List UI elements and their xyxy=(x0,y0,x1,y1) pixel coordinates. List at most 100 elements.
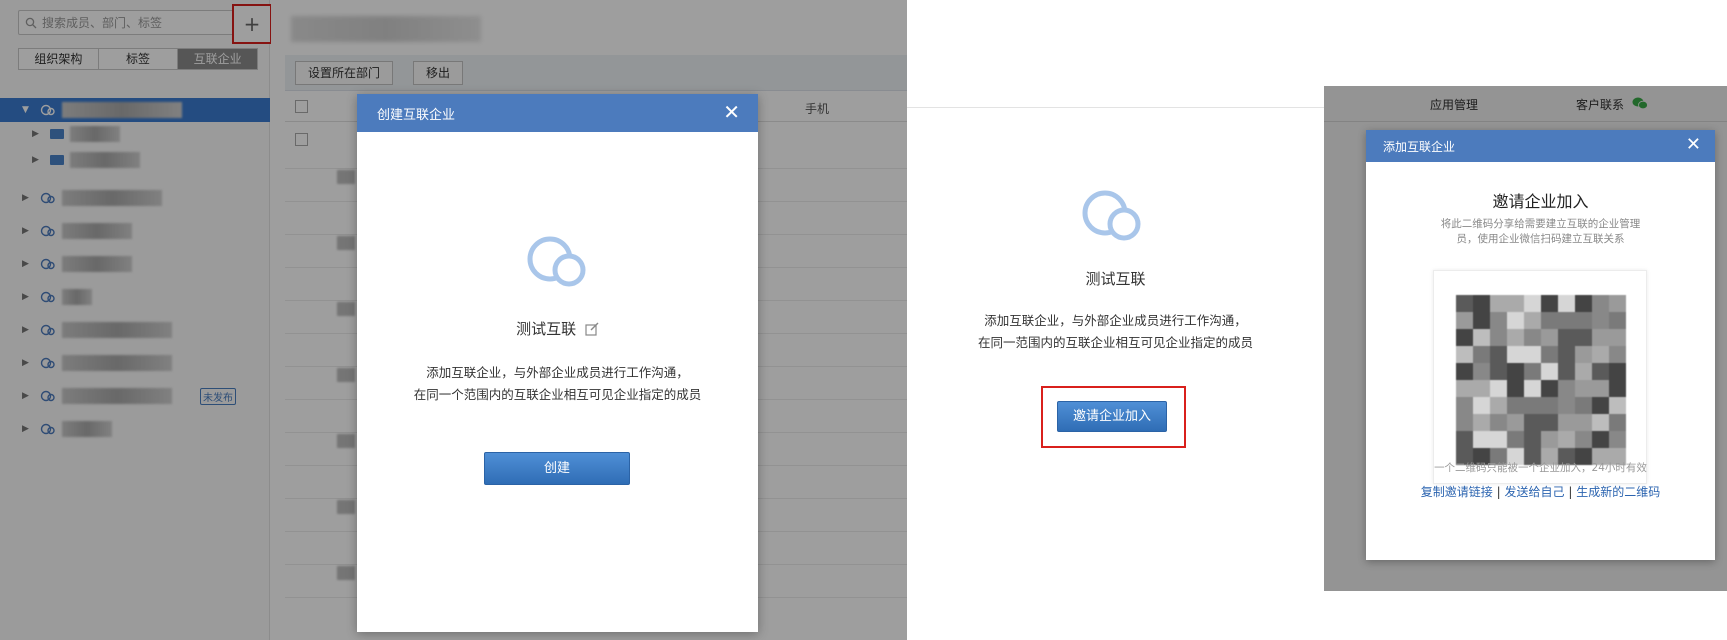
dialog-title: 创建互联企业 xyxy=(377,107,456,123)
qr-cell xyxy=(1575,363,1592,380)
qr-cell xyxy=(1490,295,1507,312)
invite-desc-line2: 员，使用企业微信扫码建立互联关系 xyxy=(1456,233,1625,245)
qr-cell xyxy=(1609,295,1626,312)
qr-cell xyxy=(1524,363,1541,380)
qr-cell xyxy=(1473,363,1490,380)
generate-new-qr-link[interactable]: 生成新的二维码 xyxy=(1576,485,1660,499)
qr-cell xyxy=(1456,397,1473,414)
qr-cell xyxy=(1507,414,1524,431)
qr-cell xyxy=(1473,431,1490,448)
qr-cell xyxy=(1592,295,1609,312)
qr-cell xyxy=(1490,414,1507,431)
qr-cell xyxy=(1507,346,1524,363)
qr-cell xyxy=(1490,380,1507,397)
qr-cell xyxy=(1490,431,1507,448)
qr-cell xyxy=(1558,346,1575,363)
qr-cell xyxy=(1456,431,1473,448)
interconnect-logo-icon xyxy=(527,236,586,287)
qr-cell xyxy=(1609,414,1626,431)
enterprise-name: 测试互联 xyxy=(1085,270,1146,288)
qr-cell xyxy=(1507,431,1524,448)
qr-cell xyxy=(1456,380,1473,397)
dialog-desc-line1: 添加互联企业，与外部企业成员进行工作沟通， xyxy=(426,365,689,380)
close-icon[interactable]: ✕ xyxy=(1686,134,1701,156)
qr-cell xyxy=(1609,329,1626,346)
qr-cell xyxy=(1558,431,1575,448)
qr-cell xyxy=(1558,329,1575,346)
qr-cell xyxy=(1473,312,1490,329)
qr-cell xyxy=(1490,363,1507,380)
qr-code-card xyxy=(1433,270,1647,484)
qr-cell xyxy=(1592,312,1609,329)
qr-cell xyxy=(1456,329,1473,346)
qr-cell xyxy=(1558,397,1575,414)
qr-cell xyxy=(1456,295,1473,312)
qr-cell xyxy=(1592,397,1609,414)
dialog-header: 添加互联企业 ✕ xyxy=(1366,130,1715,162)
qr-cell xyxy=(1507,397,1524,414)
qr-cell xyxy=(1592,414,1609,431)
qr-cell xyxy=(1473,346,1490,363)
qr-cell xyxy=(1575,346,1592,363)
admin-panel-create-interconnect: 搜索成员、部门、标签 + 组织架构 标签 互联企业 ▼ ▶ ▶ ▶ ▶ ▶ ▶ … xyxy=(0,0,907,640)
qr-cell xyxy=(1609,363,1626,380)
qr-cell xyxy=(1490,397,1507,414)
qr-cell xyxy=(1456,363,1473,380)
qr-cell xyxy=(1456,414,1473,431)
qr-cell xyxy=(1507,295,1524,312)
dialog-desc-line2: 在同一个范围内的互联企业相互可见企业指定的成员 xyxy=(413,387,702,402)
invite-desc-line1: 将此二维码分享给需要建立互联的企业管理 xyxy=(1440,218,1641,230)
qr-cell xyxy=(1609,346,1626,363)
qr-cell xyxy=(1592,329,1609,346)
qr-cell xyxy=(1541,312,1558,329)
qr-cell xyxy=(1473,329,1490,346)
qr-cell xyxy=(1541,431,1558,448)
qr-cell xyxy=(1490,329,1507,346)
qr-cell xyxy=(1473,397,1490,414)
qr-cell xyxy=(1609,397,1626,414)
desc-line2: 在同一范围内的互联企业相互可见企业指定的成员 xyxy=(977,335,1253,350)
qr-cell xyxy=(1592,346,1609,363)
edit-icon[interactable] xyxy=(585,322,599,336)
link-separator: | xyxy=(1496,485,1501,499)
qr-cell xyxy=(1609,312,1626,329)
qr-cell xyxy=(1524,295,1541,312)
qr-cell xyxy=(1524,414,1541,431)
qr-cell xyxy=(1524,380,1541,397)
qr-cell xyxy=(1558,295,1575,312)
qr-cell xyxy=(1558,312,1575,329)
qr-cell xyxy=(1541,380,1558,397)
qr-cell xyxy=(1507,380,1524,397)
send-to-self-link[interactable]: 发送给自己 xyxy=(1504,485,1564,499)
qr-cell xyxy=(1524,397,1541,414)
dialog-header: 创建互联企业 ✕ xyxy=(357,94,758,132)
qr-validity-note: 一个二维码只能被一个企业加入，24小时有效 xyxy=(1434,462,1647,474)
copy-invite-link[interactable]: 复制邀请链接 xyxy=(1421,485,1493,499)
qr-cell xyxy=(1524,431,1541,448)
create-interconnect-dialog: 创建互联企业 ✕ 测试互联 添加互联企业，与外部企业成员进行工作沟通， 在同一个… xyxy=(357,94,758,632)
qr-cell xyxy=(1609,380,1626,397)
qr-cell xyxy=(1541,295,1558,312)
qr-cell xyxy=(1575,329,1592,346)
qr-cell xyxy=(1541,329,1558,346)
qr-cell xyxy=(1473,295,1490,312)
close-icon[interactable]: ✕ xyxy=(723,101,740,123)
qr-cell xyxy=(1558,414,1575,431)
qr-cell xyxy=(1575,295,1592,312)
link-separator: | xyxy=(1568,485,1573,499)
create-button[interactable]: 创建 xyxy=(484,452,630,485)
qr-cell xyxy=(1490,312,1507,329)
interconnect-logo-icon xyxy=(1082,190,1141,241)
invite-action-links: 复制邀请链接 | 发送给自己 | 生成新的二维码 xyxy=(1366,483,1715,500)
qr-cell xyxy=(1592,363,1609,380)
qr-cell xyxy=(1541,363,1558,380)
qr-cell xyxy=(1524,312,1541,329)
qr-cell xyxy=(1575,397,1592,414)
qr-cell xyxy=(1473,380,1490,397)
qr-cell xyxy=(1558,380,1575,397)
qr-cell xyxy=(1473,414,1490,431)
invite-enterprise-button[interactable]: 邀请企业加入 xyxy=(1057,401,1167,432)
qr-cell xyxy=(1575,380,1592,397)
qr-cell xyxy=(1456,346,1473,363)
qr-cell xyxy=(1592,380,1609,397)
